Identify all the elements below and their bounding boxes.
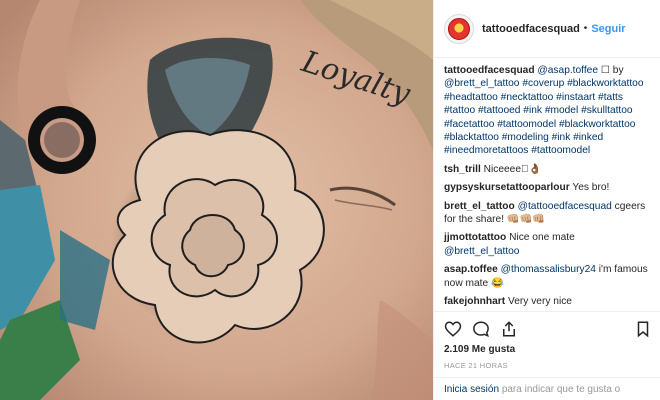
likes-count[interactable]: 2.109 Me gusta xyxy=(444,344,515,355)
instagram-post: Loyalty tattooedfacesquad • Seguir tatto… xyxy=(0,0,660,400)
comment-mention[interactable]: @brett_el_tattoo xyxy=(444,246,519,257)
action-bar xyxy=(434,311,660,345)
follow-button[interactable]: Seguir xyxy=(591,23,625,35)
comment-username[interactable]: asap.toffee xyxy=(444,264,498,275)
comment-item: jjmottotattoo Nice one mate @brett_el_ta… xyxy=(444,231,650,258)
post-photo[interactable]: Loyalty xyxy=(0,0,433,400)
comments-list: tattooedfacesquad @asap.toffee ☐ by @bre… xyxy=(434,58,660,309)
comment-item: tsh_trill Niceeee🏾👌🏾 xyxy=(444,163,650,176)
avatar[interactable] xyxy=(444,13,474,44)
comment-item: brett_el_tattoo @tattooedfacesquad cgeer… xyxy=(444,200,650,227)
heart-icon[interactable] xyxy=(444,320,462,338)
caption-mention[interactable]: @asap.toffee xyxy=(537,65,598,76)
login-text: para indicar que te gusta o xyxy=(501,384,621,395)
post-sidebar: tattooedfacesquad • Seguir tattooedfaces… xyxy=(433,0,660,400)
caption-mention[interactable]: @brett_el_tattoo xyxy=(444,78,519,89)
comment-text: Niceeee🏾👌🏾 xyxy=(483,163,542,175)
post-header: tattooedfacesquad • Seguir xyxy=(434,0,660,58)
comment-username[interactable]: tsh_trill xyxy=(444,164,481,175)
comment-text: Very very nice xyxy=(507,296,572,308)
header-username[interactable]: tattooedfacesquad xyxy=(482,23,580,35)
comment-username[interactable]: jjmottotattoo xyxy=(444,232,506,243)
comment-mention[interactable]: @thomassalisbury24 xyxy=(501,264,596,275)
comment-item: fakejohnhart Very very nice xyxy=(444,295,650,308)
login-link[interactable]: Inicia sesión xyxy=(444,384,499,395)
comment-username[interactable]: brett_el_tattoo xyxy=(444,201,515,212)
header-separator: • xyxy=(583,23,588,34)
comment-text: Nice one mate xyxy=(509,232,575,244)
caption-username[interactable]: tattooedfacesquad xyxy=(444,65,535,76)
profile-logo-icon xyxy=(448,17,470,40)
comment-icon[interactable] xyxy=(472,320,490,338)
post-timestamp: HACE 21 HORAS xyxy=(444,361,508,370)
comment-text: Yes bro! xyxy=(572,182,610,194)
comment-username[interactable]: fakejohnhart xyxy=(444,296,505,307)
caption-by-text: ☐ by xyxy=(600,65,624,76)
tattooed-face-image: Loyalty xyxy=(0,0,433,400)
bookmark-icon[interactable] xyxy=(634,320,652,338)
comment-item: gypsyskursetattooparlour Yes bro! xyxy=(444,181,650,194)
share-icon[interactable] xyxy=(500,320,518,338)
caption-hashtags[interactable]: #coverup #blackworktattoo #headtattoo #n… xyxy=(444,78,644,156)
comment-mention[interactable]: @tattooedfacesquad xyxy=(518,201,612,212)
login-prompt: Inicia sesión para indicar que te gusta … xyxy=(434,377,660,400)
comment-item: asap.toffee @thomassalisbury24 i'm famou… xyxy=(444,263,650,290)
post-caption: tattooedfacesquad @asap.toffee ☐ by @bre… xyxy=(444,64,650,158)
comment-username[interactable]: gypsyskursetattooparlour xyxy=(444,182,570,193)
